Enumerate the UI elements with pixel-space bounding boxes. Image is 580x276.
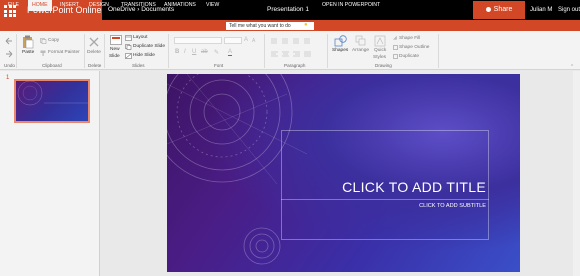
arrange-icon[interactable] xyxy=(355,35,367,47)
new-slide-label-1[interactable]: New xyxy=(110,47,120,52)
duplicate-icon[interactable] xyxy=(393,54,398,59)
layout-icon[interactable] xyxy=(125,35,132,41)
slide[interactable]: CLICK TO ADD TITLE CLICK TO ADD SUBTITLE xyxy=(167,74,520,272)
font-group-label: Font xyxy=(214,63,224,68)
open-in-powerpoint-button[interactable]: OPEN IN POWERPOINT xyxy=(318,0,384,11)
redo-icon[interactable] xyxy=(4,50,14,58)
tab-insert[interactable]: INSERT xyxy=(56,0,83,11)
tell-me-input[interactable]: Tell me what you want to do xyxy=(226,21,314,30)
grow-font-icon[interactable]: A xyxy=(244,37,252,44)
ribbon-separator xyxy=(327,34,328,68)
duplicate-button[interactable]: Duplicate xyxy=(399,54,419,59)
shape-fill-button[interactable]: Shape Fill xyxy=(399,36,420,41)
ribbon-separator xyxy=(104,34,105,68)
ribbon-separator xyxy=(264,34,265,68)
placeholder-divider xyxy=(281,199,489,200)
slide-title-placeholder[interactable]: CLICK TO ADD TITLE xyxy=(281,179,486,195)
tab-view[interactable]: VIEW xyxy=(202,0,223,11)
alignment-icons[interactable] xyxy=(270,50,330,58)
paragraph-group-label: Paragraph xyxy=(284,63,306,68)
tab-transitions[interactable]: TRANSITIONS xyxy=(117,0,160,11)
bold-icon[interactable]: B xyxy=(175,49,179,55)
new-slide-icon[interactable] xyxy=(110,35,122,46)
delete-group-label: Delete xyxy=(88,63,102,68)
highlight-icon[interactable]: ✎ xyxy=(214,49,219,56)
new-slide-label-2[interactable]: Slide xyxy=(109,54,120,59)
lightbulb-icon: ● xyxy=(304,22,308,28)
strikethrough-icon[interactable]: ab xyxy=(201,49,208,55)
slide-thumbnail[interactable] xyxy=(14,79,90,123)
paragraph-list-icons[interactable] xyxy=(270,37,330,45)
shape-outline-icon[interactable] xyxy=(393,45,398,50)
ribbon-separator xyxy=(16,34,17,68)
italic-icon[interactable]: I xyxy=(184,49,186,55)
ribbon-separator xyxy=(438,34,439,68)
drawing-group-label: Drawing xyxy=(375,63,392,68)
quick-styles-icon[interactable] xyxy=(374,35,386,47)
tab-file[interactable]: FILE xyxy=(4,0,23,11)
duplicate-slide-button[interactable]: Duplicate Slide xyxy=(133,44,165,49)
font-color-icon[interactable]: A xyxy=(228,49,233,56)
vertical-scrollbar[interactable] xyxy=(573,71,580,276)
undo-icon[interactable] xyxy=(4,37,14,45)
arrange-button[interactable]: Arrange xyxy=(352,48,369,53)
tab-design[interactable]: DESIGN xyxy=(85,0,113,11)
shrink-font-icon[interactable]: A xyxy=(252,38,260,45)
thumbnail-number: 1 xyxy=(6,75,10,81)
underline-icon[interactable]: U xyxy=(192,49,196,55)
format-painter-button[interactable]: Format Painter xyxy=(48,50,80,55)
layout-button[interactable]: Layout xyxy=(133,35,147,40)
sign-out-link[interactable]: Sign out xyxy=(558,0,580,20)
shape-outline-button[interactable]: Shape Outline xyxy=(399,45,429,50)
format-painter-icon[interactable] xyxy=(40,50,47,56)
document-title[interactable]: Presentation 1 xyxy=(258,0,318,20)
hide-slide-button[interactable]: Hide Slide xyxy=(133,53,155,58)
ribbon-separator xyxy=(84,34,85,68)
slide-subtitle-placeholder[interactable]: CLICK TO ADD SUBTITLE xyxy=(281,203,486,209)
ribbon-separator xyxy=(168,34,169,68)
quick-styles-label-2[interactable]: Styles xyxy=(373,55,386,60)
hide-slide-icon[interactable] xyxy=(125,53,132,59)
paste-icon[interactable] xyxy=(22,35,34,49)
quick-styles-label-1[interactable]: Quick xyxy=(374,48,386,53)
collapse-ribbon-icon[interactable]: ⌃ xyxy=(570,64,574,70)
slides-group-label: Slides xyxy=(132,63,145,68)
clipboard-group-label: Clipboard xyxy=(42,63,62,68)
paste-button[interactable]: Paste xyxy=(22,50,34,55)
share-label: Share xyxy=(493,6,513,13)
tab-home[interactable]: HOME xyxy=(28,0,52,11)
font-family-select[interactable] xyxy=(174,37,222,44)
shapes-icon[interactable] xyxy=(334,35,348,47)
person-icon xyxy=(485,6,491,12)
undo-group-label: Undo xyxy=(4,63,15,68)
thumbnail-decoration xyxy=(17,81,88,106)
user-name[interactable]: Julian M xyxy=(530,0,552,20)
font-size-select[interactable] xyxy=(224,37,242,44)
delete-button[interactable]: Delete xyxy=(87,50,101,55)
share-button[interactable]: Share xyxy=(473,1,525,19)
delete-icon[interactable] xyxy=(88,36,100,48)
tab-animations[interactable]: ANIMATIONS xyxy=(160,0,200,11)
shapes-button[interactable]: Shapes xyxy=(332,48,348,53)
copy-icon[interactable] xyxy=(40,38,47,44)
copy-button[interactable]: Copy xyxy=(48,38,59,43)
duplicate-slide-icon[interactable] xyxy=(125,44,132,50)
shape-fill-icon[interactable]: ◢ xyxy=(393,36,398,41)
